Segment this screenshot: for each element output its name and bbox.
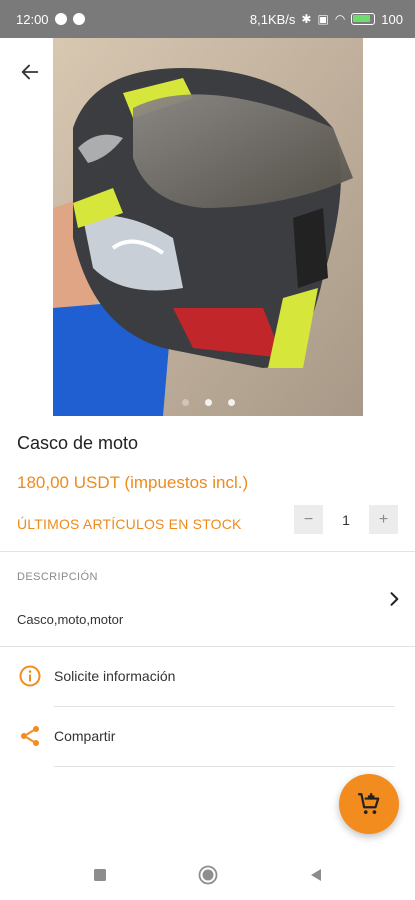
gallery-dot[interactable] (181, 399, 189, 406)
product-photo (53, 38, 363, 416)
product-title: Casco de moto (17, 433, 139, 453)
description-heading: DESCRIPCIÓN (17, 571, 98, 583)
circle-icon (198, 865, 217, 885)
status-left: 12:00 (16, 12, 85, 27)
add-to-cart-button[interactable] (339, 774, 399, 834)
helmet-image-icon (53, 38, 363, 416)
stock-status: ÚLTIMOS ARTÍCULOS EN STOCK (17, 516, 242, 532)
share-icon (18, 724, 42, 748)
triangle-left-icon (310, 869, 321, 881)
share-label: Compartir (54, 728, 116, 744)
gallery-dot[interactable] (204, 399, 212, 406)
info-icon (18, 664, 42, 688)
battery-level: 100 (381, 11, 403, 27)
notification-icon-2 (72, 13, 85, 25)
battery-icon (351, 13, 376, 25)
request-info-label: Solicite información (54, 668, 176, 684)
divider (54, 766, 395, 767)
home-button[interactable] (194, 861, 222, 889)
gallery-dot[interactable] (227, 399, 235, 406)
network-speed: 8,1KB/s (249, 11, 296, 27)
status-time: 12:00 (16, 11, 49, 27)
add-to-cart-icon (358, 793, 380, 814)
share-row[interactable]: Compartir (0, 707, 415, 765)
sim-icon: ▣ (317, 12, 329, 26)
back-nav-button[interactable] (302, 861, 330, 889)
status-right: 8,1KB/s ✱ ▣ ◠ 100 (250, 12, 403, 27)
quantity-decrease-button[interactable]: − (294, 505, 323, 534)
description-text: Casco,moto,motor (17, 612, 124, 627)
gallery-dots (53, 399, 363, 406)
quantity-value[interactable]: 1 (323, 505, 369, 534)
square-icon (93, 869, 106, 881)
bluetooth-icon: ✱ (301, 12, 312, 26)
system-nav-bar (0, 850, 415, 900)
quantity-stepper: − 1 + (294, 505, 398, 534)
notification-icon (54, 13, 67, 25)
chevron-right-icon[interactable] (384, 589, 404, 609)
arrow-left-icon (21, 64, 39, 80)
product-gallery[interactable] (0, 38, 415, 416)
wifi-icon: ◠ (334, 12, 346, 26)
quantity-increase-button[interactable]: + (369, 505, 398, 534)
product-price: 180,00 USDT (impuestos incl.) (17, 473, 249, 492)
request-info-row[interactable]: Solicite información (0, 647, 415, 705)
recents-button[interactable] (86, 861, 114, 889)
back-button[interactable] (14, 56, 46, 88)
divider (0, 551, 415, 552)
status-bar: 12:00 8,1KB/s ✱ ▣ ◠ 100 (0, 0, 415, 38)
